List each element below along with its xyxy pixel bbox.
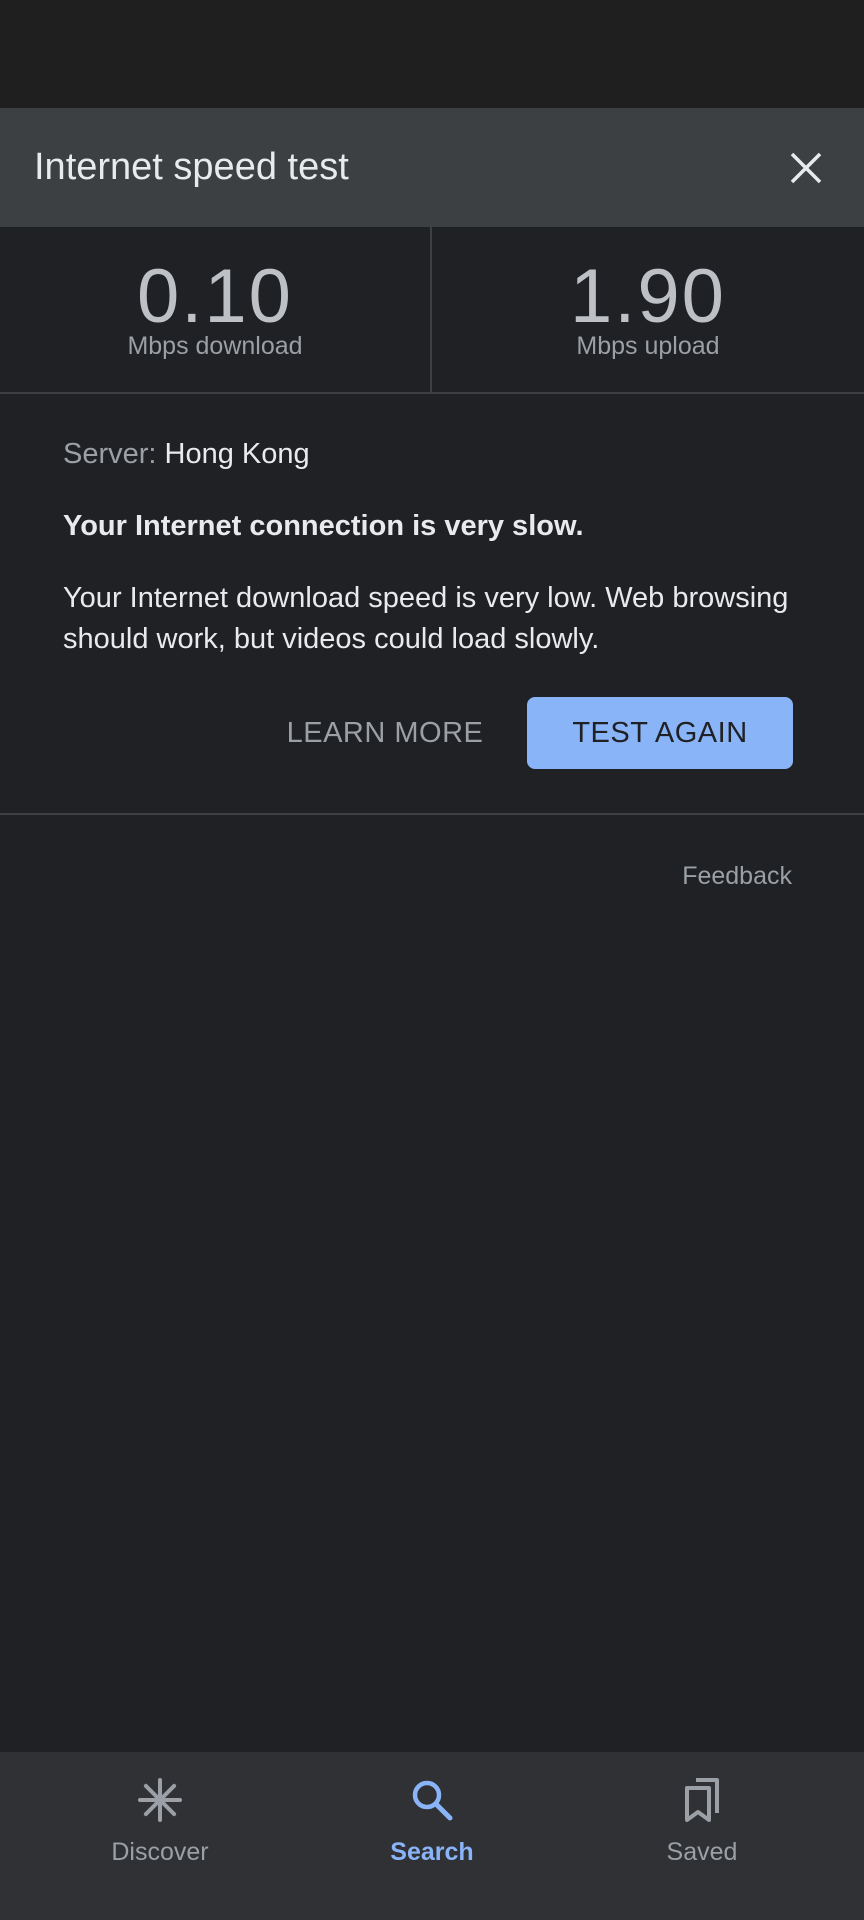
nav-label-discover: Discover bbox=[111, 1838, 209, 1866]
nav-item-search[interactable]: Search bbox=[332, 1752, 532, 1920]
result-headline: Your Internet connection is very slow. bbox=[63, 510, 584, 542]
nav-label-search: Search bbox=[390, 1838, 474, 1866]
close-icon bbox=[790, 152, 822, 184]
nav-item-saved[interactable]: Saved bbox=[602, 1752, 802, 1920]
upload-value: 1.90 bbox=[570, 254, 726, 339]
server-label: Server: bbox=[63, 438, 157, 470]
bottom-navigation: Discover Search Saved bbox=[0, 1752, 864, 1920]
page-title: Internet speed test bbox=[34, 146, 349, 188]
nav-label-saved: Saved bbox=[666, 1838, 738, 1866]
upload-panel: 1.90 Mbps upload bbox=[432, 227, 864, 392]
upload-unit: Mbps upload bbox=[576, 332, 720, 360]
server-value: Hong Kong bbox=[164, 438, 310, 470]
header-bar: Internet speed test bbox=[0, 108, 864, 227]
status-bar bbox=[0, 0, 864, 108]
search-icon bbox=[412, 1780, 453, 1821]
server-info: Server: Hong Kong bbox=[63, 436, 310, 472]
download-value: 0.10 bbox=[137, 254, 293, 339]
download-panel: 0.10 Mbps download bbox=[0, 227, 432, 392]
result-description: Your Internet download speed is very low… bbox=[63, 582, 789, 655]
feedback-link[interactable]: Feedback bbox=[682, 860, 792, 892]
divider bbox=[0, 813, 864, 815]
learn-more-button[interactable]: LEARN MORE bbox=[270, 697, 500, 769]
close-button[interactable] bbox=[768, 130, 844, 206]
speed-results: 0.10 Mbps download 1.90 Mbps upload bbox=[0, 227, 864, 394]
asterisk-icon bbox=[138, 1778, 182, 1822]
speed-test-page: Internet speed test 0.10 Mbps download 1… bbox=[0, 0, 864, 1920]
bookmarks-icon bbox=[685, 1778, 719, 1822]
test-again-button[interactable]: TEST AGAIN bbox=[527, 697, 793, 769]
nav-item-discover[interactable]: Discover bbox=[60, 1752, 260, 1920]
download-unit: Mbps download bbox=[127, 332, 303, 360]
